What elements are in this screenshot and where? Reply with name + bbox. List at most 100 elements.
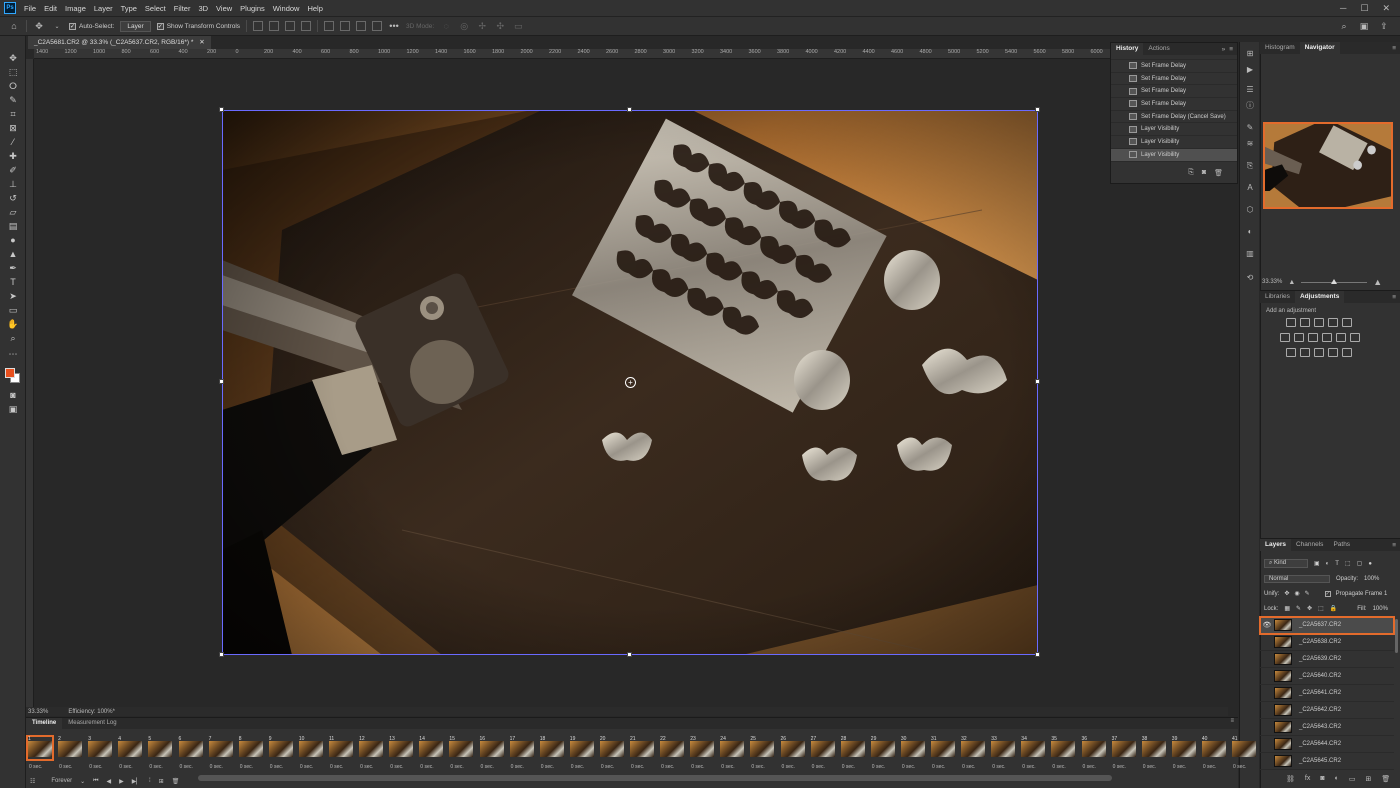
3d-icon[interactable]: ⬡ <box>1244 204 1256 216</box>
close-tab-icon[interactable]: ✕ <box>199 39 204 46</box>
foreground-color-swatch[interactable] <box>5 368 15 378</box>
more-tools-icon[interactable]: ⋯ <box>5 348 21 360</box>
more-options-icon[interactable]: ••• <box>388 20 400 32</box>
delete-layer-icon[interactable]: 🗑 <box>1381 775 1390 783</box>
exposure-icon[interactable] <box>1328 318 1338 327</box>
link-layers-icon[interactable]: ⛓ <box>1286 775 1295 783</box>
frame-delay-dropdown[interactable]: 0 sec. <box>721 764 734 770</box>
frame-delay-dropdown[interactable]: 0 sec. <box>782 764 795 770</box>
transform-handle-top[interactable] <box>627 107 632 112</box>
frame-delay-dropdown[interactable]: 0 sec. <box>932 764 945 770</box>
frame-delay-dropdown[interactable]: 0 sec. <box>481 764 494 770</box>
dodge-tool-icon[interactable]: ▲ <box>5 248 21 260</box>
align-center-icon[interactable] <box>269 21 280 31</box>
timeline-frame[interactable]: 38 0 sec. <box>1140 735 1169 771</box>
tab-layers[interactable]: Layers <box>1260 539 1291 551</box>
timeline-frame[interactable]: 17 0 sec. <box>508 735 537 771</box>
timeline-frame[interactable]: 50 sec. <box>146 735 175 771</box>
timeline-frame[interactable]: 30 0 sec. <box>899 735 928 771</box>
brightness-contrast-icon[interactable] <box>1286 318 1296 327</box>
timeline-frame[interactable]: 26 0 sec. <box>779 735 808 771</box>
layer-row-selected[interactable]: 👁 _C2A5637.CR2 <box>1259 616 1395 635</box>
chevron-down-icon[interactable]: ⌄ <box>51 20 63 32</box>
healing-brush-tool-icon[interactable]: ✚ <box>5 150 21 162</box>
eyedropper-tool-icon[interactable]: ⁄ <box>5 136 21 148</box>
timeline-frame[interactable]: 22 0 sec. <box>658 735 687 771</box>
frame-delay-dropdown[interactable]: 0 sec. <box>1022 764 1035 770</box>
tab-measurement-log[interactable]: Measurement Log <box>62 718 122 729</box>
delete-frame-icon[interactable]: 🗑 <box>172 778 180 785</box>
transform-handle-left[interactable] <box>219 379 224 384</box>
styles-icon[interactable]: ◐ <box>1244 226 1256 238</box>
frame-delay-dropdown[interactable]: 0 sec. <box>300 764 313 770</box>
gradient-map-icon[interactable] <box>1328 348 1338 357</box>
frame-delay-dropdown[interactable]: 0 sec. <box>149 764 162 770</box>
history-row[interactable]: Set Frame Delay (Cancel Save) <box>1111 111 1237 124</box>
menu-3d[interactable]: 3D <box>194 4 212 13</box>
tab-adjustments[interactable]: Adjustments <box>1294 291 1345 303</box>
crop-tool-icon[interactable]: ⌗ <box>5 108 21 120</box>
timeline-frame[interactable]: 90 sec. <box>267 735 296 771</box>
menu-filter[interactable]: Filter <box>170 4 195 13</box>
loop-options-dropdown[interactable]: Forever <box>51 778 72 784</box>
timeline-frame[interactable]: 32 0 sec. <box>959 735 988 771</box>
frame-delay-dropdown[interactable]: 0 sec. <box>601 764 614 770</box>
photo-filter-icon[interactable] <box>1322 333 1332 342</box>
history-row[interactable]: Layer Visibility <box>1111 123 1237 137</box>
align-bottom-icon[interactable] <box>356 21 367 31</box>
frame-delay-dropdown[interactable]: 0 sec. <box>842 764 855 770</box>
zoom-tool-icon[interactable]: ⌕ <box>5 332 21 344</box>
timeline-frame[interactable]: 24 0 sec. <box>718 735 747 771</box>
frame-delay-dropdown[interactable]: 0 sec. <box>1203 764 1216 770</box>
timeline-frame-selected[interactable]: 10 sec. <box>26 735 55 771</box>
panel-menu-icon[interactable]: ≡ <box>1392 294 1400 301</box>
timeline-frame[interactable]: 20 0 sec. <box>598 735 627 771</box>
timeline-frame[interactable]: 29 0 sec. <box>869 735 898 771</box>
timeline-frame[interactable]: 60 sec. <box>177 735 206 771</box>
frame-delay-dropdown[interactable]: 0 sec. <box>29 764 42 770</box>
close-icon[interactable]: ✕ <box>1382 3 1390 14</box>
lock-all-icon[interactable]: 🔒 <box>1330 605 1337 612</box>
layer-row[interactable]: _C2A5644.CR2 <box>1260 736 1394 753</box>
timeline-frame[interactable]: 15 0 sec. <box>447 735 476 771</box>
timeline-frame[interactable]: 10 0 sec. <box>297 735 326 771</box>
timeline-frame[interactable]: 16 0 sec. <box>478 735 507 771</box>
color-lookup-icon[interactable] <box>1350 333 1360 342</box>
timeline-frame[interactable]: 11 0 sec. <box>327 735 356 771</box>
channel-mixer-icon[interactable] <box>1336 333 1346 342</box>
snapshot-icon[interactable]: ◙ <box>1202 169 1206 177</box>
layer-name[interactable]: _C2A5642.CR2 <box>1299 707 1341 713</box>
tab-timeline[interactable]: Timeline <box>26 718 63 729</box>
layer-name[interactable]: _C2A5637.CR2 <box>1299 622 1341 628</box>
vibrance-icon[interactable] <box>1342 318 1352 327</box>
share-icon[interactable]: ⇪ <box>1378 20 1390 32</box>
frame-delay-dropdown[interactable]: 0 sec. <box>420 764 433 770</box>
history-row-selected[interactable]: Layer Visibility <box>1111 148 1237 162</box>
eraser-tool-icon[interactable]: ▱ <box>5 206 21 218</box>
menu-plugins[interactable]: Plugins <box>236 4 269 13</box>
color-balance-icon[interactable] <box>1294 333 1304 342</box>
timeline-frame[interactable]: 14 0 sec. <box>417 735 446 771</box>
frame-delay-dropdown[interactable]: 0 sec. <box>751 764 764 770</box>
path-selection-tool-icon[interactable]: ➤ <box>5 290 21 302</box>
move-tool-icon[interactable]: ✥ <box>33 20 45 32</box>
home-icon[interactable]: ⌂ <box>8 20 20 32</box>
timeline-frame[interactable]: 31 0 sec. <box>929 735 958 771</box>
layer-row[interactable]: _C2A5645.CR2 <box>1260 753 1394 770</box>
align-top-icon[interactable] <box>324 21 335 31</box>
new-document-from-state-icon[interactable]: ⎘ <box>1188 169 1194 177</box>
first-frame-icon[interactable]: ⏮ <box>93 778 98 785</box>
frame-delay-dropdown[interactable]: 0 sec. <box>812 764 825 770</box>
brushes-icon[interactable]: ✎ <box>1244 122 1256 134</box>
tab-paths[interactable]: Paths <box>1328 539 1355 551</box>
align-right-icon[interactable] <box>285 21 296 31</box>
filter-toggle-icon[interactable]: ● <box>1368 561 1372 567</box>
quick-mask-icon[interactable]: ◙ <box>5 389 21 401</box>
menu-edit[interactable]: Edit <box>40 4 61 13</box>
quick-select-tool-icon[interactable]: ✎ <box>5 94 21 106</box>
layer-row[interactable]: _C2A5640.CR2 <box>1260 668 1394 685</box>
gradient-tool-icon[interactable]: ▤ <box>5 220 21 232</box>
frame-delay-dropdown[interactable]: 0 sec. <box>119 764 132 770</box>
brush-tool-icon[interactable]: ✐ <box>5 164 21 176</box>
layer-row[interactable]: _C2A5641.CR2 <box>1260 685 1394 702</box>
